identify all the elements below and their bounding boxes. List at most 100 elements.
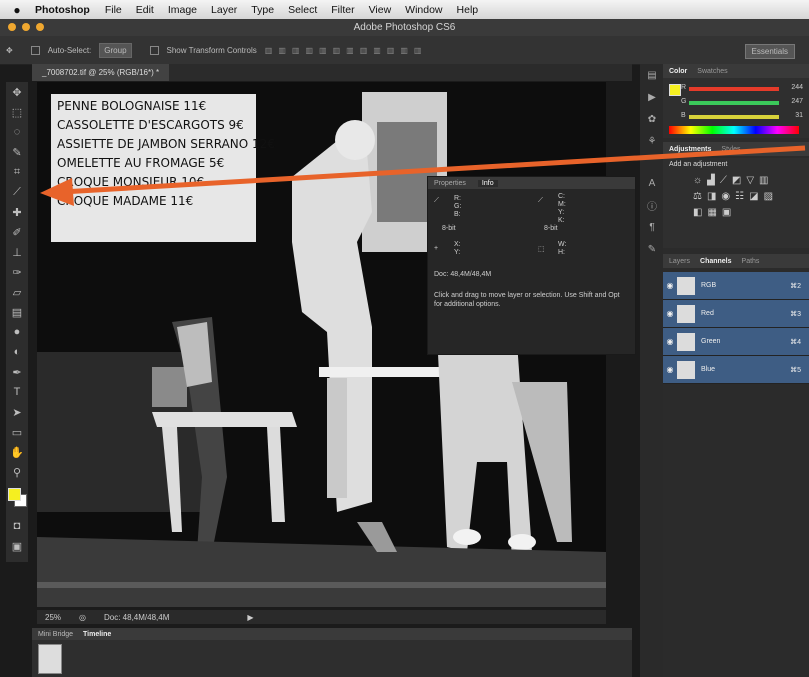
vibrance-icon[interactable]: ▽ [746,175,754,186]
menu-image[interactable]: Image [161,4,204,16]
menu-file[interactable]: File [98,4,129,16]
brush-panel-icon[interactable]: ✿ [640,108,664,130]
tab-mini-bridge[interactable]: Mini Bridge [38,631,73,638]
color-balance-icon[interactable]: ⚖ [693,191,702,202]
gradient-map-icon[interactable]: ▦ [707,207,716,218]
info-h: H: [558,249,565,256]
menu-window[interactable]: Window [398,4,449,16]
posterize-icon[interactable]: ▨ [764,191,773,202]
color-r-value[interactable]: 244 [791,84,803,91]
levels-icon[interactable]: ▟ [707,175,715,186]
healing-icon[interactable]: ✚ [6,202,28,222]
foreground-color-swatch[interactable] [8,488,21,501]
move-icon[interactable]: ✥ [6,82,28,102]
color-g-value[interactable]: 247 [791,98,803,105]
stamp-icon[interactable]: ⊥ [6,242,28,262]
info-icon[interactable]: ⓘ [640,194,664,216]
tab-layers[interactable]: Layers [669,258,690,265]
document-tab[interactable]: _7008702.tif @ 25% (RGB/16*) * [32,64,170,81]
tab-channels[interactable]: Channels [700,258,732,265]
zoom-button[interactable] [36,23,44,31]
menu-view[interactable]: View [362,4,399,16]
crop-icon[interactable]: ⌗ [6,162,28,182]
dodge-icon[interactable]: ◐ [6,342,28,362]
history-icon[interactable]: ▤ [640,64,664,86]
lasso-icon[interactable]: ◌ [6,122,28,142]
black-white-icon[interactable]: ◨ [707,191,716,202]
clone-source-icon[interactable]: ⚘ [640,130,664,152]
tab-styles[interactable]: Styles [721,146,740,153]
transform-checkbox[interactable] [149,45,159,55]
color-r-slider[interactable] [689,87,779,91]
timeline-thumbnail[interactable] [38,644,62,674]
zoom-icon[interactable]: ⚲ [6,462,28,482]
menu-type[interactable]: Type [244,4,281,16]
tab-info[interactable]: Info [477,179,498,187]
color-b-slider[interactable] [689,115,779,119]
color-g-slider[interactable] [689,101,779,105]
menu-filter[interactable]: Filter [324,4,361,16]
quick-select-icon[interactable]: ✎ [6,142,28,162]
color-spectrum[interactable] [669,126,799,134]
move-tool-icon[interactable]: ✥ [6,46,13,55]
hand-icon[interactable]: ✋ [6,442,28,462]
eye-icon[interactable]: ◉ [663,365,677,374]
channel-row[interactable]: ◉ Green ⌘4 [663,328,809,356]
align-icons[interactable]: ▥▥▥▥▥▥▥▥▥▥▥▥ [265,46,428,55]
eyedropper-icon[interactable]: ⟋ [6,182,28,202]
auto-select-dropdown[interactable]: Group [99,42,132,58]
zoom-level[interactable]: 25% [45,613,61,622]
channel-row[interactable]: ◉ Red ⌘3 [663,300,809,328]
tab-timeline[interactable]: Timeline [83,631,111,638]
actions-icon[interactable]: ▶ [640,86,664,108]
menu-help[interactable]: Help [450,4,486,16]
tab-swatches[interactable]: Swatches [697,68,727,75]
minimize-button[interactable] [22,23,30,31]
eye-icon[interactable]: ◉ [663,309,677,318]
paragraph-icon[interactable]: ¶ [640,216,664,238]
status-arrow-icon[interactable]: ▶ [247,613,253,622]
workspace-dropdown[interactable]: Essentials [744,44,795,59]
photo-filter-icon[interactable]: ◉ [721,191,730,202]
color-b-value[interactable]: 31 [795,112,803,119]
tab-properties[interactable]: Properties [434,180,466,187]
exposure-icon[interactable]: ◩ [732,175,741,186]
selective-color-icon[interactable]: ▣ [722,207,731,218]
path-select-icon[interactable]: ➤ [6,402,28,422]
threshold-icon[interactable]: ◧ [693,207,702,218]
type-icon[interactable]: T [6,382,28,402]
eraser-icon[interactable]: ▱ [6,282,28,302]
curves-icon[interactable]: ⟋ [720,175,727,186]
color-fg-swatch[interactable] [669,84,681,96]
brightness-icon[interactable]: ☼ [693,175,702,186]
invert-icon[interactable]: ◪ [749,191,758,202]
menu-app[interactable]: Photoshop [28,4,98,16]
menu-bar: ● Photoshop File Edit Image Layer Type S… [0,0,809,19]
notes-icon[interactable]: ✎ [640,238,664,260]
tab-adjustments[interactable]: Adjustments [669,146,711,153]
gradient-icon[interactable]: ▤ [6,302,28,322]
history-brush-icon[interactable]: ✑ [6,262,28,282]
tab-paths[interactable]: Paths [742,258,760,265]
quick-mask-icon[interactable]: ◘ [6,516,28,536]
channel-mixer-icon[interactable]: ☷ [735,191,744,202]
brush-icon[interactable]: ✐ [6,222,28,242]
marquee-icon[interactable]: ⬚ [6,102,28,122]
tab-color[interactable]: Color [669,68,687,75]
apple-icon[interactable]: ● [6,3,28,17]
pen-icon[interactable]: ✒ [6,362,28,382]
screen-mode-icon[interactable]: ▣ [6,536,28,556]
menu-edit[interactable]: Edit [129,4,161,16]
close-button[interactable] [8,23,16,31]
blur-icon[interactable]: ● [6,322,28,342]
auto-select-checkbox[interactable] [30,45,40,55]
menu-layer[interactable]: Layer [204,4,244,16]
menu-select[interactable]: Select [281,4,324,16]
eye-icon[interactable]: ◉ [663,281,677,290]
character-icon[interactable]: A [640,172,664,194]
eye-icon[interactable]: ◉ [663,337,677,346]
channel-row[interactable]: ◉ RGB ⌘2 [663,272,809,300]
shape-icon[interactable]: ▭ [6,422,28,442]
hue-saturation-icon[interactable]: ▥ [759,175,768,186]
channel-row[interactable]: ◉ Blue ⌘5 [663,356,809,384]
